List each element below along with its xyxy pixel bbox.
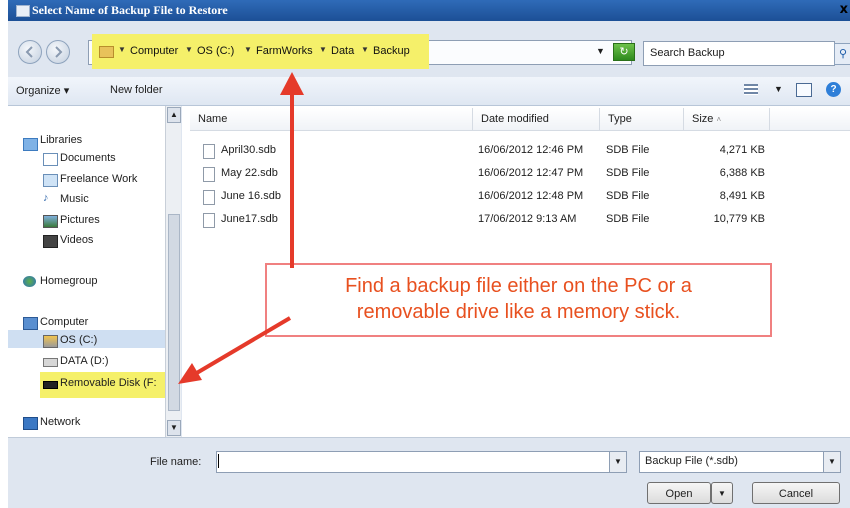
arrow-to-removable-disk [193,316,292,376]
annotation-arrows [178,72,304,384]
arrow-head-up-icon [280,72,304,95]
